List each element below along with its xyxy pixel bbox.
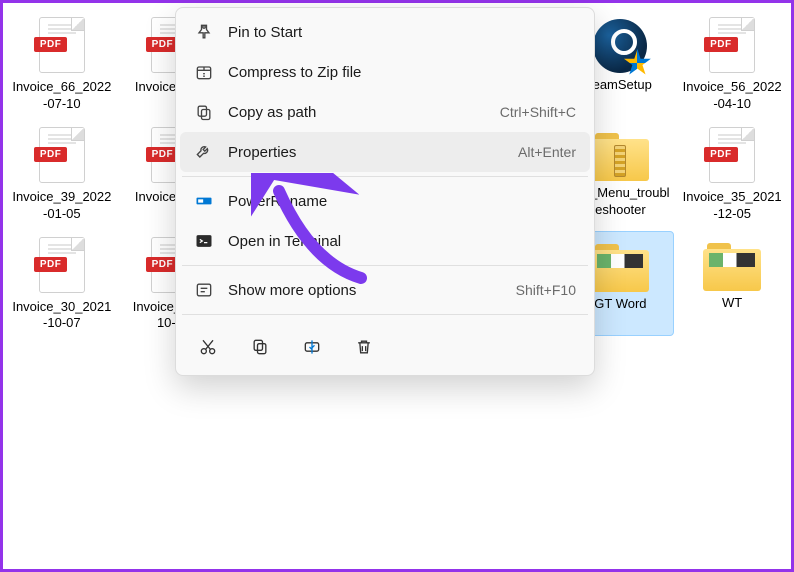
menu-separator xyxy=(182,176,588,177)
file-label: WT xyxy=(722,295,742,312)
file-label: GT Word xyxy=(594,296,646,313)
cut-button[interactable] xyxy=(186,327,230,367)
file-label: teamSetup xyxy=(589,77,652,94)
pdf-icon: PDF xyxy=(36,125,88,185)
file-label: Invoice_66_2022-07-10 xyxy=(12,79,112,113)
terminal-icon xyxy=(194,231,214,251)
menu-label: Show more options xyxy=(228,282,502,299)
pdf-icon: PDF xyxy=(706,15,758,75)
pdf-icon: PDF xyxy=(706,125,758,185)
file-item[interactable]: PDF Invoice_56_2022-04-10 xyxy=(678,11,786,117)
menu-separator xyxy=(182,265,588,266)
menu-shortcut: Alt+Enter xyxy=(518,144,576,160)
pdf-icon: PDF xyxy=(36,235,88,295)
steam-icon xyxy=(593,19,647,73)
menu-shortcut: Ctrl+Shift+C xyxy=(500,104,576,120)
menu-label: Compress to Zip file xyxy=(228,64,576,81)
file-label: Invoice_56_2022-04-10 xyxy=(682,79,782,113)
menu-properties[interactable]: Properties Alt+Enter xyxy=(180,132,590,172)
menu-label: Pin to Start xyxy=(228,24,576,41)
file-item[interactable]: PDF Invoice_39_2022-01-05 xyxy=(8,121,116,227)
more-options-icon xyxy=(194,280,214,300)
menu-copy-as-path[interactable]: Copy as path Ctrl+Shift+C xyxy=(180,92,590,132)
file-label: Invoice_30_2021-10-07 xyxy=(12,299,112,333)
folder-zip-icon xyxy=(591,133,649,181)
menu-power-rename[interactable]: PowerRename xyxy=(180,181,590,221)
file-item[interactable]: PDF Invoice_35_2021-12-05 xyxy=(678,121,786,227)
power-rename-icon xyxy=(194,191,214,211)
zip-icon xyxy=(194,62,214,82)
menu-compress-zip[interactable]: Compress to Zip file xyxy=(180,52,590,92)
file-label: Invoice_35_2021-12-05 xyxy=(682,189,782,223)
file-item[interactable]: WT xyxy=(678,231,786,337)
file-item[interactable]: PDF Invoice_66_2022-07-10 xyxy=(8,11,116,117)
menu-pin-to-start[interactable]: Pin to Start xyxy=(180,12,590,52)
file-label: Invoice_39_2022-01-05 xyxy=(12,189,112,223)
pdf-icon: PDF xyxy=(36,15,88,75)
menu-separator xyxy=(182,314,588,315)
folder-icon xyxy=(591,244,649,292)
copy-path-icon xyxy=(194,102,214,122)
menu-action-row xyxy=(180,319,590,371)
menu-label: Open in Terminal xyxy=(228,233,576,250)
wrench-icon xyxy=(194,142,214,162)
file-item[interactable]: PDF Invoice_30_2021-10-07 xyxy=(8,231,116,337)
context-menu: Pin to Start Compress to Zip file Copy a… xyxy=(175,7,595,376)
copy-button[interactable] xyxy=(238,327,282,367)
menu-label: Copy as path xyxy=(228,104,486,121)
pin-icon xyxy=(194,22,214,42)
folder-icon xyxy=(703,243,761,291)
menu-shortcut: Shift+F10 xyxy=(516,282,576,298)
menu-open-in-terminal[interactable]: Open in Terminal xyxy=(180,221,590,261)
menu-show-more-options[interactable]: Show more options Shift+F10 xyxy=(180,270,590,310)
rename-button[interactable] xyxy=(290,327,334,367)
menu-label: Properties xyxy=(228,144,504,161)
menu-label: PowerRename xyxy=(228,193,576,210)
delete-button[interactable] xyxy=(342,327,386,367)
